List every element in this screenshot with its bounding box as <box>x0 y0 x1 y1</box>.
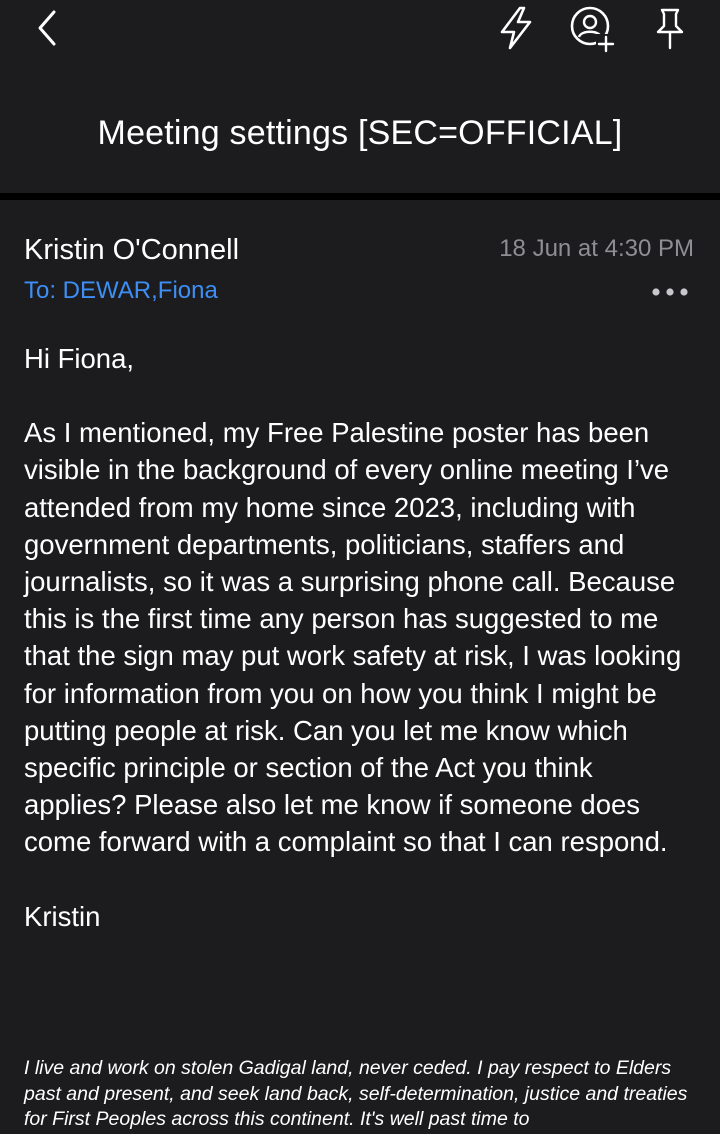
email-greeting: Hi Fiona, <box>24 343 135 374</box>
sender-name[interactable]: Kristin O'Connell <box>24 230 239 270</box>
email-paragraph: As I mentioned, my Free Palestine poster… <box>24 417 682 858</box>
email-subject: Meeting settings [SEC=OFFICIAL] <box>97 114 623 152</box>
email-body: Hi Fiona, As I mentioned, my Free Palest… <box>24 340 700 935</box>
pin-icon[interactable] <box>648 4 692 52</box>
email-message: Kristin O'Connell 18 Jun at 4:30 PM To: … <box>0 200 720 1134</box>
email-signoff: Kristin <box>24 900 101 932</box>
header-divider <box>0 193 720 200</box>
contact-add-icon[interactable] <box>566 4 618 54</box>
recipient-link[interactable]: To: DEWAR,Fiona <box>24 274 218 308</box>
bolt-icon[interactable] <box>494 4 538 52</box>
email-signature: I live and work on stolen Gadigal land, … <box>24 1057 688 1130</box>
more-icon[interactable] <box>650 284 690 300</box>
back-icon[interactable] <box>28 6 68 50</box>
sent-date: 18 Jun at 4:30 PM <box>499 235 694 262</box>
top-bar: Meeting settings [SEC=OFFICIAL] <box>0 0 720 193</box>
